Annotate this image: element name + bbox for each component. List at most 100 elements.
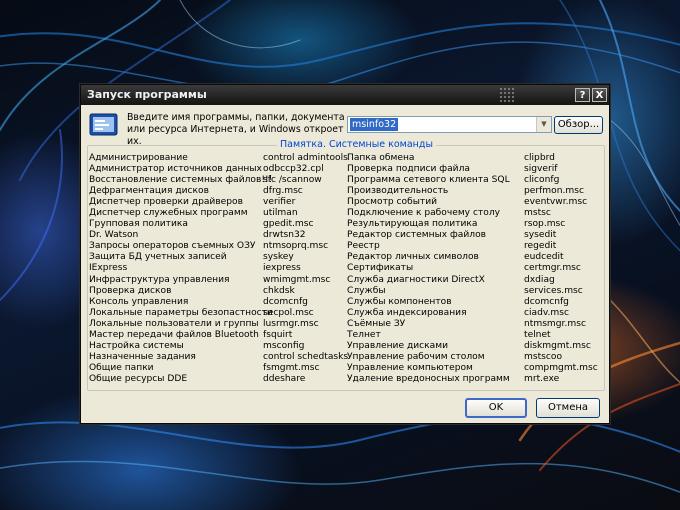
command-list-item: perfmon.msc (524, 186, 584, 197)
command-list-item: Общие папки (89, 362, 154, 373)
commands-column-names-2: Папка обмена Проверка подписи файла Програ… (347, 153, 510, 385)
command-list-item: Служба индексирования (347, 307, 467, 318)
command-list-item: ddeshare (263, 373, 306, 384)
command-list-item: secpol.msc (263, 307, 314, 318)
run-program-icon (89, 113, 118, 136)
commands-column-commands-1: control admintools odbccp32.cpl sfc /scann… (263, 153, 348, 385)
command-list-item: services.msc (524, 285, 583, 296)
command-list-item: Производительность (347, 186, 449, 197)
command-list-item: Администрирование (89, 153, 188, 163)
command-list-item: ntmsoprq.msc (263, 241, 329, 252)
command-list-item: Реестр (347, 241, 380, 252)
command-list-item: Папка обмена (347, 153, 415, 163)
command-list-item: iexpress (263, 263, 301, 274)
command-list-item: diskmgmt.msc (524, 340, 591, 351)
command-list-item: Восстановление системных файлов!!! (89, 175, 273, 186)
command-list-item: fsmgmt.msc (263, 362, 320, 373)
command-list-item: compmgmt.msc (524, 362, 598, 373)
command-list-item: dcomcnfg (263, 296, 308, 307)
title-bar[interactable]: Запуск программы ? X (81, 85, 609, 105)
commands-column-commands-2: clipbrd sigverif cliconfg perfmon.msc eventv… (524, 153, 598, 385)
command-list-item: Dr. Watson (89, 230, 139, 241)
command-list-item: mstsc (524, 208, 551, 219)
command-list-item: Телнет (347, 329, 381, 340)
command-list-item: odbccp32.cpl (263, 164, 324, 175)
command-list-item: Администратор источников данных (89, 164, 262, 175)
command-list-item: Службы (347, 285, 386, 296)
command-list-item: mrt.exe (524, 373, 560, 384)
command-list-item: Настройка системы (89, 340, 184, 351)
command-list-item: Программа сетевого клиента SQL (347, 175, 510, 186)
command-list-item: Локальные параметры безопастности (89, 307, 273, 318)
command-list-item: gpedit.msc (263, 219, 314, 230)
command-list-item: fsquirt (263, 329, 293, 340)
command-list-item: Групповая политика (89, 219, 188, 230)
command-list-item: Диспетчер служебных программ (89, 208, 248, 219)
command-list-item: Удаление вредоносных программ (347, 373, 510, 384)
command-list-item: Просмотр событий (347, 197, 438, 208)
command-list-item: Подключение к рабочему столу (347, 208, 501, 219)
command-list-item: Общие ресурсы DDE (89, 373, 188, 384)
command-list-item: sigverif (524, 164, 558, 175)
command-list-item: Локальные пользователи и группы (89, 318, 259, 329)
command-list-item: syskey (263, 252, 294, 263)
command-list-item: sfc /scannow (263, 175, 322, 186)
command-list-item: Съёмные ЗУ (347, 318, 406, 329)
command-list-item: lusrmgr.msc (263, 318, 319, 329)
window-title: Запуск программы (87, 88, 207, 101)
command-list-item: Консоль управления (89, 296, 189, 307)
command-list-item: clipbrd (524, 153, 555, 163)
help-button[interactable]: ? (575, 88, 590, 102)
command-list-item: dxdiag (524, 274, 555, 285)
command-input-value[interactable]: msinfo32 (350, 118, 399, 131)
command-list-item: control admintools (263, 153, 348, 163)
command-list-item: Редактор системных файлов (347, 230, 487, 241)
browse-button[interactable]: Обзор... (554, 116, 603, 134)
command-list-item: utilman (263, 208, 298, 219)
dots-decoration (499, 87, 515, 103)
cancel-button[interactable]: Отмена (536, 398, 600, 418)
command-list-item: Проверка подписи файла (347, 164, 470, 175)
command-list-item: drwtsn32 (263, 230, 306, 241)
command-list-item: Службы компонентов (347, 296, 452, 307)
command-list-item: msconfig (263, 340, 305, 351)
command-list-item: chkdsk (263, 285, 295, 296)
commands-column-names-1: Администрирование Администратор источнико… (89, 153, 273, 385)
command-list-item: sysedit (524, 230, 557, 241)
ok-button[interactable]: OK (465, 398, 527, 418)
command-list-item: Защита БД учетных записей (89, 252, 227, 263)
command-input[interactable]: msinfo32 ▼ (347, 116, 552, 133)
command-list-item: cliconfg (524, 175, 560, 186)
command-list-item: dcomcnfg (524, 296, 569, 307)
command-list-item: dfrg.msc (263, 186, 303, 197)
command-list-item: regedit (524, 241, 557, 252)
command-list-item: eudcedit (524, 252, 564, 263)
command-list-item: Результирующая политика (347, 219, 478, 230)
command-list-item: Диспетчер проверки драйверов (89, 197, 243, 208)
command-list-item: mstscoo (524, 351, 563, 362)
command-list-item: eventvwr.msc (524, 197, 588, 208)
run-dialog: Запуск программы ? X Введите имя програм… (80, 84, 610, 424)
command-list-item: ciadv.msc (524, 307, 570, 318)
command-list-item: Управление компьютером (347, 362, 473, 373)
command-list-item: ntmsmgr.msc (524, 318, 586, 329)
command-list-item: telnet (524, 329, 551, 340)
memo-title: Памятка. Системные команды (277, 138, 436, 151)
command-list-item: verifier (263, 197, 296, 208)
command-list-item: Управление рабочим столом (347, 351, 485, 362)
command-list-item: Сертификаты (347, 263, 414, 274)
command-list-item: Назначенные задания (89, 351, 196, 362)
command-list-item: Инфраструктура управления (89, 274, 230, 285)
command-list-item: wmimgmt.msc (263, 274, 331, 285)
chevron-down-icon[interactable]: ▼ (536, 117, 551, 132)
command-list-item: rsop.msc (524, 219, 566, 230)
command-list-item: control schedtasks (263, 351, 349, 362)
command-list-item: Запросы операторов съемных ОЗУ (89, 241, 256, 252)
command-list-item: Редактор личных символов (347, 252, 479, 263)
command-list-item: Дефрагментация дисков (89, 186, 209, 197)
command-list-item: certmgr.msc (524, 263, 581, 274)
command-list-item: Управление дисками (347, 340, 448, 351)
command-list-item: Проверка дисков (89, 285, 172, 296)
command-list-item: IExpress (89, 263, 128, 274)
close-button[interactable]: X (592, 88, 607, 102)
